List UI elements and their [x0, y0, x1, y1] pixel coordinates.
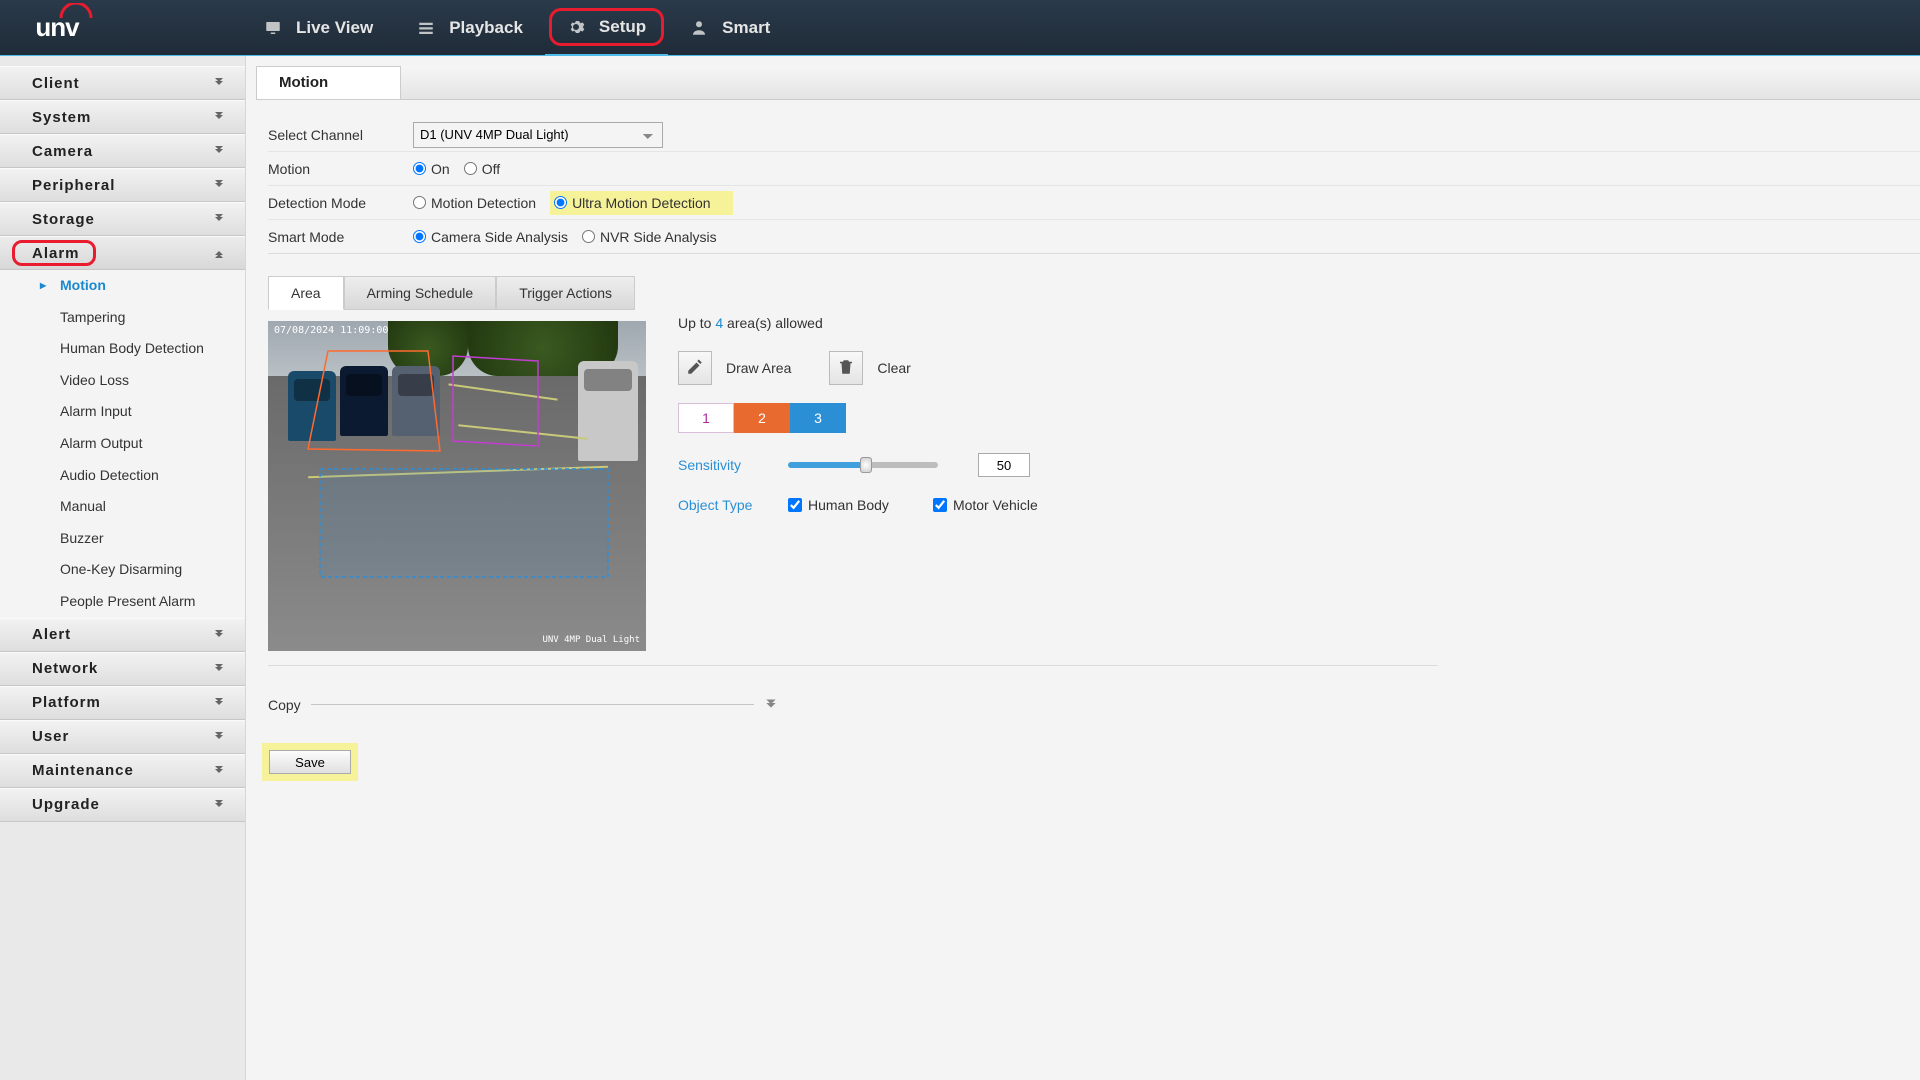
tab-motion[interactable]: Motion	[256, 66, 401, 99]
nav-setup[interactable]: Setup	[545, 0, 668, 56]
sidebar-sub-buzzer[interactable]: Buzzer	[0, 523, 245, 555]
nvr-side-radio[interactable]: NVR Side Analysis	[582, 229, 717, 245]
sidebar-item-upgrade[interactable]: Upgrade	[0, 788, 245, 822]
brand-logo: unv	[22, 11, 92, 45]
monitor-icon	[264, 19, 282, 37]
sidebar-sub-alarm-output[interactable]: Alarm Output	[0, 428, 245, 460]
chevron-down-icon	[213, 144, 227, 158]
sidebar-sub-video-loss[interactable]: Video Loss	[0, 365, 245, 397]
chevron-down-icon	[213, 662, 227, 676]
copy-section[interactable]: Copy	[268, 696, 778, 713]
camera-preview[interactable]: 07/08/2024 11:09:00 UNV 4MP Dual Light	[268, 321, 646, 651]
sidebar-sub-one-key-disarming[interactable]: One-Key Disarming	[0, 554, 245, 586]
area-panel: 07/08/2024 11:09:00 UNV 4MP Dual Light	[268, 309, 1438, 666]
zone-2[interactable]: 2	[734, 403, 790, 433]
sidebar-sub-manual[interactable]: Manual	[0, 491, 245, 523]
subtab-area[interactable]: Area	[268, 276, 344, 310]
sidebar-sub-people-present-alarm[interactable]: People Present Alarm	[0, 586, 245, 618]
copy-label: Copy	[268, 697, 301, 713]
sub-tabs: Area Arming Schedule Trigger Actions	[268, 276, 1920, 310]
top-navbar: unv Live View Playback Setup Smart	[0, 0, 1920, 56]
sidebar-item-user[interactable]: User	[0, 720, 245, 754]
sidebar-sub-motion[interactable]: Motion	[0, 270, 245, 302]
chevron-down-icon	[213, 764, 227, 778]
chevron-down-icon	[213, 798, 227, 812]
sidebar-item-camera[interactable]: Camera	[0, 134, 245, 168]
sensitivity-input[interactable]	[978, 453, 1030, 477]
chevron-down-icon	[764, 696, 778, 713]
ultra-motion-detection-radio[interactable]: Ultra Motion Detection	[550, 193, 719, 213]
gear-icon	[567, 18, 585, 36]
trash-icon	[837, 358, 855, 379]
sidebar-item-storage[interactable]: Storage	[0, 202, 245, 236]
nav-smart[interactable]: Smart	[668, 0, 792, 56]
motion-off-radio[interactable]: Off	[464, 161, 500, 177]
nav-label: Live View	[296, 18, 373, 38]
motion-on-radio[interactable]: On	[413, 161, 450, 177]
draw-area-label: Draw Area	[726, 360, 791, 376]
sidebar-item-client[interactable]: Client	[0, 66, 245, 100]
slider-thumb[interactable]	[860, 457, 872, 473]
motor-vehicle-checkbox[interactable]: Motor Vehicle	[933, 497, 1038, 513]
nav-label: Setup	[599, 17, 646, 37]
sidebar-item-alert[interactable]: Alert	[0, 618, 245, 652]
detection-mode-label: Detection Mode	[268, 195, 413, 211]
chevron-down-icon	[213, 212, 227, 226]
object-type-label: Object Type	[678, 497, 762, 513]
chevron-down-icon	[213, 696, 227, 710]
sidebar-item-peripheral[interactable]: Peripheral	[0, 168, 245, 202]
sidebar-sub-alarm-input[interactable]: Alarm Input	[0, 396, 245, 428]
pencil-icon	[686, 358, 704, 379]
person-icon	[690, 19, 708, 37]
chevron-down-icon	[213, 628, 227, 642]
nav-label: Playback	[449, 18, 523, 38]
draw-area-button[interactable]	[678, 351, 712, 385]
chevron-down-icon	[213, 730, 227, 744]
sensitivity-label: Sensitivity	[678, 457, 762, 473]
channel-select[interactable]: D1 (UNV 4MP Dual Light)	[413, 122, 663, 148]
nav: Live View Playback Setup Smart	[242, 0, 792, 56]
zone-tabs: 1 2 3	[678, 403, 1438, 433]
divider	[311, 704, 754, 705]
save-highlight: Save	[262, 743, 358, 781]
sidebar-item-network[interactable]: Network	[0, 652, 245, 686]
sidebar-item-alarm[interactable]: Alarm	[0, 236, 245, 270]
smart-mode-label: Smart Mode	[268, 229, 413, 245]
subtab-trigger-actions[interactable]: Trigger Actions	[496, 276, 635, 310]
chevron-down-icon	[213, 178, 227, 192]
chevron-down-icon	[213, 110, 227, 124]
areas-allowed-text: Up to 4 area(s) allowed	[678, 315, 1438, 331]
sidebar-submenu-alarm: Motion Tampering Human Body Detection Vi…	[0, 270, 245, 618]
camera-side-radio[interactable]: Camera Side Analysis	[413, 229, 568, 245]
sidebar-item-platform[interactable]: Platform	[0, 686, 245, 720]
area-controls: Up to 4 area(s) allowed Draw Area Clear …	[678, 309, 1438, 651]
save-button[interactable]: Save	[269, 750, 351, 774]
subtab-arming-schedule[interactable]: Arming Schedule	[344, 276, 497, 310]
chevron-down-icon	[213, 76, 227, 90]
sidebar: Client System Camera Peripheral Storage …	[0, 56, 246, 1080]
sidebar-sub-audio-detection[interactable]: Audio Detection	[0, 460, 245, 492]
sidebar-sub-tampering[interactable]: Tampering	[0, 302, 245, 334]
nav-label: Smart	[722, 18, 770, 38]
motion-form: Select Channel D1 (UNV 4MP Dual Light) M…	[246, 100, 1920, 781]
clear-button[interactable]	[829, 351, 863, 385]
sidebar-item-system[interactable]: System	[0, 100, 245, 134]
chevron-up-icon	[213, 246, 227, 260]
sensitivity-slider[interactable]	[788, 462, 938, 468]
channel-label: Select Channel	[268, 127, 413, 143]
motion-detection-radio[interactable]: Motion Detection	[413, 195, 536, 211]
content: Motion Select Channel D1 (UNV 4MP Dual L…	[246, 56, 1920, 1080]
sidebar-sub-human-body-detection[interactable]: Human Body Detection	[0, 333, 245, 365]
zone-3[interactable]: 3	[790, 403, 846, 433]
list-icon	[417, 19, 435, 37]
zone-1[interactable]: 1	[678, 403, 734, 433]
nav-playback[interactable]: Playback	[395, 0, 545, 56]
human-body-checkbox[interactable]: Human Body	[788, 497, 889, 513]
clear-label: Clear	[877, 360, 910, 376]
motion-label: Motion	[268, 161, 413, 177]
sidebar-item-maintenance[interactable]: Maintenance	[0, 754, 245, 788]
nav-live-view[interactable]: Live View	[242, 0, 395, 56]
page-tabs: Motion	[256, 66, 1920, 100]
